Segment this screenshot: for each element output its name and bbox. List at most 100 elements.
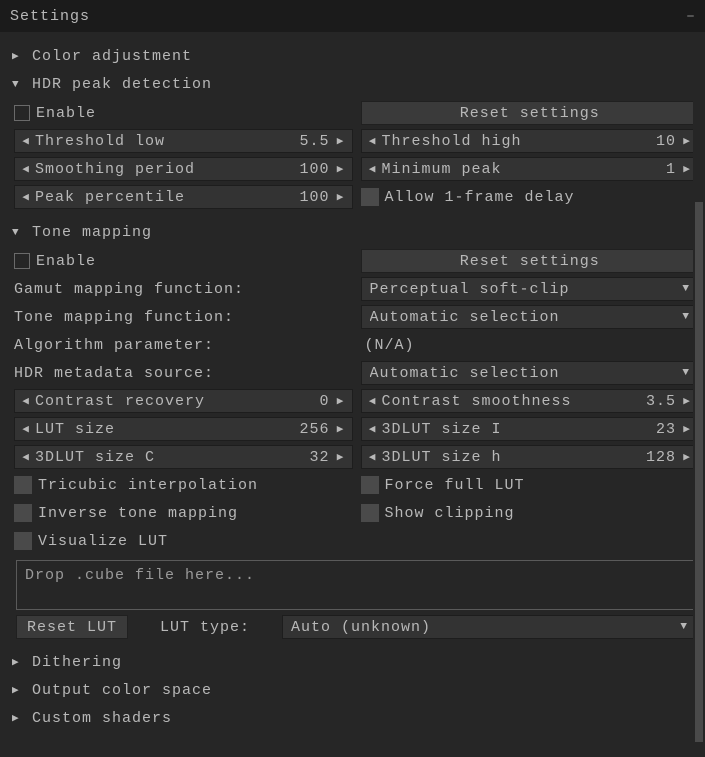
arrow-right-icon[interactable] <box>334 134 348 148</box>
button-label: Reset settings <box>460 253 600 270</box>
arrow-right-icon[interactable] <box>334 422 348 436</box>
section-label: Output color space <box>32 682 212 699</box>
smoothing-period-slider[interactable]: Smoothing period 100 <box>14 157 353 181</box>
arrow-left-icon[interactable] <box>366 422 380 436</box>
arrow-right-icon[interactable] <box>680 422 694 436</box>
arrow-left-icon[interactable] <box>19 450 33 464</box>
checkbox-box-icon <box>361 476 379 494</box>
gamut-label: Gamut mapping function: <box>14 281 244 298</box>
threshold-low-slider[interactable]: Threshold low 5.5 <box>14 129 353 153</box>
arrow-right-icon[interactable] <box>680 134 694 148</box>
hdrmeta-combo[interactable]: Automatic selection ▼ <box>361 361 700 385</box>
chevron-down-icon: ▼ <box>682 367 690 379</box>
arrow-right-icon[interactable] <box>334 394 348 408</box>
contrast-smoothness-slider[interactable]: Contrast smoothness 3.5 <box>361 389 700 413</box>
arrow-right-icon[interactable] <box>334 190 348 204</box>
arrow-left-icon[interactable] <box>19 162 33 176</box>
inverse-tm-checkbox[interactable]: Inverse tone mapping <box>14 504 238 522</box>
section-label: Tone mapping <box>32 224 152 241</box>
slider-label: LUT size <box>33 421 299 438</box>
arrow-left-icon[interactable] <box>19 394 33 408</box>
slider-value: 23 <box>656 421 680 438</box>
combo-value: Auto (unknown) <box>291 619 680 636</box>
section-custom-shaders[interactable]: Custom shaders <box>10 704 699 732</box>
arrow-left-icon[interactable] <box>366 162 380 176</box>
slider-value: 10 <box>656 133 680 150</box>
checkbox-label: Show clipping <box>385 505 515 522</box>
chevron-down-icon <box>12 77 26 91</box>
scrollbar-thumb[interactable] <box>695 202 703 742</box>
checkbox-box-icon <box>14 504 32 522</box>
chevron-right-icon <box>12 683 26 697</box>
show-clipping-checkbox[interactable]: Show clipping <box>361 504 515 522</box>
arrow-right-icon[interactable] <box>680 394 694 408</box>
gamut-combo[interactable]: Perceptual soft-clip ▼ <box>361 277 700 301</box>
minimize-button[interactable]: – <box>686 8 695 25</box>
chevron-down-icon: ▼ <box>682 311 690 323</box>
3dlut-c-slider[interactable]: 3DLUT size C 32 <box>14 445 353 469</box>
arrow-right-icon[interactable] <box>334 162 348 176</box>
section-hdr-peak-detection[interactable]: HDR peak detection <box>10 70 699 98</box>
arrow-left-icon[interactable] <box>19 190 33 204</box>
force-full-lut-checkbox[interactable]: Force full LUT <box>361 476 525 494</box>
section-label: Color adjustment <box>32 48 192 65</box>
scrollbar-track[interactable] <box>693 32 705 752</box>
section-dithering[interactable]: Dithering <box>10 648 699 676</box>
titlebar[interactable]: Settings – <box>0 0 705 32</box>
section-tone-mapping[interactable]: Tone mapping <box>10 218 699 246</box>
checkbox-label: Inverse tone mapping <box>38 505 238 522</box>
slider-value: 3.5 <box>646 393 680 410</box>
slider-label: Contrast smoothness <box>380 393 646 410</box>
slider-label: Peak percentile <box>33 189 299 206</box>
visualize-lut-checkbox[interactable]: Visualize LUT <box>14 532 168 550</box>
reset-lut-button[interactable]: Reset LUT <box>16 615 128 639</box>
3dlut-i-slider[interactable]: 3DLUT size I 23 <box>361 417 700 441</box>
slider-value: 0 <box>319 393 333 410</box>
checkbox-label: Visualize LUT <box>38 533 168 550</box>
arrow-right-icon[interactable] <box>680 450 694 464</box>
checkbox-box-icon <box>14 476 32 494</box>
window-body: Color adjustment HDR peak detection Enab… <box>0 32 705 757</box>
lut-size-slider[interactable]: LUT size 256 <box>14 417 353 441</box>
chevron-right-icon <box>12 711 26 725</box>
section-output-color-space[interactable]: Output color space <box>10 676 699 704</box>
chevron-down-icon <box>12 225 26 239</box>
section-label: Dithering <box>32 654 122 671</box>
threshold-high-slider[interactable]: Threshold high 10 <box>361 129 700 153</box>
slider-label: Smoothing period <box>33 161 299 178</box>
3dlut-h-slider[interactable]: 3DLUT size h 128 <box>361 445 700 469</box>
slider-label: 3DLUT size C <box>33 449 309 466</box>
peak-percentile-slider[interactable]: Peak percentile 100 <box>14 185 353 209</box>
tone-reset-button[interactable]: Reset settings <box>361 249 700 273</box>
tone-enable-checkbox[interactable]: Enable <box>14 253 96 270</box>
arrow-left-icon[interactable] <box>366 450 380 464</box>
tonefn-combo[interactable]: Automatic selection ▼ <box>361 305 700 329</box>
slider-label: Threshold low <box>33 133 299 150</box>
arrow-right-icon[interactable] <box>334 450 348 464</box>
lut-dropzone[interactable]: Drop .cube file here... <box>16 560 697 610</box>
checkbox-label: Enable <box>36 105 96 122</box>
checkbox-label: Tricubic interpolation <box>38 477 258 494</box>
arrow-left-icon[interactable] <box>366 134 380 148</box>
section-body-hdr-peak: Enable Reset settings Threshold low 5.5 <box>10 100 699 218</box>
section-label: Custom shaders <box>32 710 172 727</box>
arrow-right-icon[interactable] <box>680 162 694 176</box>
allow-1-frame-delay-checkbox[interactable]: Allow 1-frame delay <box>361 188 575 206</box>
contrast-recovery-slider[interactable]: Contrast recovery 0 <box>14 389 353 413</box>
slider-label: 3DLUT size h <box>380 449 646 466</box>
tonefn-label: Tone mapping function: <box>14 309 234 326</box>
minimum-peak-slider[interactable]: Minimum peak 1 <box>361 157 700 181</box>
arrow-left-icon[interactable] <box>366 394 380 408</box>
arrow-left-icon[interactable] <box>19 422 33 436</box>
section-color-adjustment[interactable]: Color adjustment <box>10 42 699 70</box>
slider-label: Contrast recovery <box>33 393 319 410</box>
hdr-reset-button[interactable]: Reset settings <box>361 101 700 125</box>
hdr-enable-checkbox[interactable]: Enable <box>14 105 96 122</box>
slider-label: Minimum peak <box>380 161 666 178</box>
checkbox-box-icon <box>14 253 30 269</box>
tricubic-checkbox[interactable]: Tricubic interpolation <box>14 476 258 494</box>
arrow-left-icon[interactable] <box>19 134 33 148</box>
lut-type-combo[interactable]: Auto (unknown) ▼ <box>282 615 697 639</box>
checkbox-label: Force full LUT <box>385 477 525 494</box>
slider-label: 3DLUT size I <box>380 421 656 438</box>
